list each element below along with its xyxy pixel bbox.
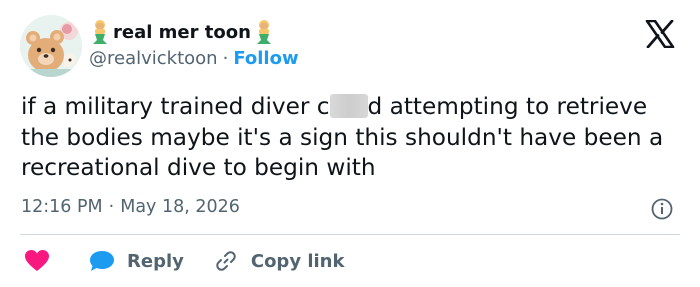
author-name-row[interactable]: real mer toon xyxy=(89,17,299,47)
divider xyxy=(20,234,680,235)
link-icon xyxy=(216,251,236,271)
follow-button[interactable]: Follow xyxy=(233,48,298,69)
author-block: real mer toon @realvicktoon · Follow xyxy=(89,17,299,69)
merperson-emoji-icon xyxy=(256,20,271,44)
author-handle[interactable]: @realvicktoon xyxy=(89,48,218,69)
reply-label: Reply xyxy=(127,250,184,272)
tweet-text: if a military trained diver cd attemptin… xyxy=(21,92,691,184)
author-handle-row: @realvicktoon · Follow xyxy=(89,48,299,69)
tweet-date[interactable]: May 18, 2026 xyxy=(120,197,240,217)
copy-link-label: Copy link xyxy=(250,250,345,272)
info-icon[interactable] xyxy=(650,197,674,221)
reply-button[interactable]: Reply xyxy=(50,249,184,273)
reply-bubble-icon xyxy=(90,251,114,271)
handle-separator: · xyxy=(222,48,229,69)
action-bar: Reply Copy link xyxy=(24,247,344,275)
merperson-emoji-icon xyxy=(93,20,107,44)
heart-icon[interactable] xyxy=(24,249,50,273)
redacted-blur xyxy=(329,94,368,118)
avatar[interactable] xyxy=(20,15,82,77)
tweet-card: real mer toon @realvicktoon · Follow if … xyxy=(0,0,700,287)
tweet-time[interactable]: 12:16 PM xyxy=(21,197,103,217)
x-logo-icon[interactable] xyxy=(645,20,675,48)
tweet-text-start: if a military trained diver c xyxy=(21,93,330,120)
tweet-timestamp[interactable]: 12:16 PM · May 18, 2026 xyxy=(21,197,240,217)
author-display-name[interactable]: real mer toon xyxy=(113,22,251,43)
avatar-illustration xyxy=(20,15,82,77)
copy-link-button[interactable]: Copy link xyxy=(184,249,345,273)
timestamp-separator: · xyxy=(108,197,115,217)
